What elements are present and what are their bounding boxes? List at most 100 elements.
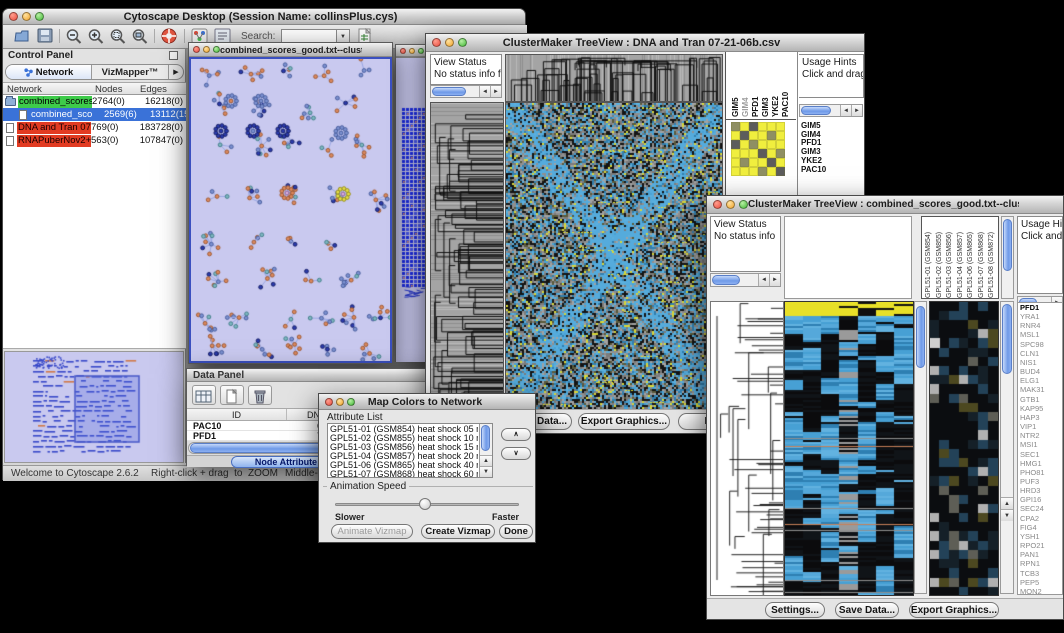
move-down-button[interactable]: ∨ <box>501 447 531 460</box>
tab-overflow-arrow[interactable]: ▶ <box>168 65 183 79</box>
network-row[interactable]: DNA and Tran 07769(0)183728(0) <box>3 121 186 134</box>
tab-vizmapper[interactable]: VizMapper™ <box>92 65 168 79</box>
matrix-cell[interactable] <box>749 158 758 167</box>
close-icon[interactable] <box>432 38 441 47</box>
scroll-left-icon[interactable]: ◄ <box>840 105 851 116</box>
vscroll-thumb[interactable] <box>1003 219 1012 271</box>
float-panel-icon[interactable] <box>169 51 178 60</box>
treeview-button[interactable]: Export Graphics... <box>578 413 670 430</box>
treeview-button[interactable]: Settings... <box>765 602 825 618</box>
zoom-window-icon[interactable] <box>418 48 424 54</box>
matrix-cell[interactable] <box>731 149 740 158</box>
matrix-cell[interactable] <box>749 167 758 176</box>
matrix-cell[interactable] <box>767 140 776 149</box>
attribute-item[interactable]: GPL51-04 (GSM857) heat shock 20 min <box>330 452 478 461</box>
network-row[interactable]: combined_sco2569(6)13112(15) <box>3 108 186 121</box>
comb-gene-vscroll[interactable]: ▲ ▼ <box>1000 301 1014 594</box>
matrix-cell[interactable] <box>740 131 749 140</box>
tab-network[interactable]: Network <box>6 65 92 79</box>
comb-heatmap[interactable] <box>784 301 914 596</box>
zoom-selected-icon[interactable] <box>109 28 128 45</box>
hscroll-thumb[interactable] <box>712 275 740 285</box>
dna-row-dendrogram[interactable] <box>430 102 504 412</box>
matrix-cell[interactable] <box>731 167 740 176</box>
matrix-cell[interactable] <box>740 149 749 158</box>
matrix-cell[interactable] <box>767 122 776 131</box>
minimize-icon[interactable] <box>22 12 31 21</box>
attribute-list[interactable]: GPL51-01 (GSM854) heat shock 05 minGPL51… <box>327 423 493 478</box>
treeview-button[interactable]: Export Graphics... <box>909 602 999 618</box>
matrix-cell[interactable] <box>749 149 758 158</box>
attribute-item[interactable]: GPL51-02 (GSM855) heat shock 10 min <box>330 434 478 443</box>
matrix-cell[interactable] <box>758 149 767 158</box>
matrix-cell[interactable] <box>767 149 776 158</box>
vscroll-thumb[interactable] <box>481 425 490 451</box>
zoom-fit-icon[interactable] <box>131 28 150 45</box>
scroll-right-icon[interactable]: ► <box>851 105 862 116</box>
select-attributes-button[interactable] <box>192 385 216 405</box>
matrix-cell[interactable] <box>740 122 749 131</box>
minimize-icon[interactable] <box>445 38 454 47</box>
zoom-window-icon[interactable] <box>35 12 44 21</box>
matrix-cell[interactable] <box>740 167 749 176</box>
scroll-left-icon[interactable]: ◄ <box>758 274 769 286</box>
matrix-cell[interactable] <box>758 158 767 167</box>
zoom-window-icon[interactable] <box>347 398 355 406</box>
help-icon[interactable] <box>160 27 179 46</box>
matrix-cell[interactable] <box>740 158 749 167</box>
minimize-icon[interactable] <box>336 398 344 406</box>
minimize-icon[interactable] <box>203 46 210 53</box>
minimize-icon[interactable] <box>726 200 735 209</box>
network-row[interactable]: combined_scores2764(0)16218(0) <box>3 95 186 108</box>
slider-thumb[interactable] <box>419 498 431 510</box>
comb-heat-vscroll[interactable] <box>914 301 927 594</box>
treeview-button[interactable]: Save Data... <box>835 602 899 618</box>
matrix-cell[interactable] <box>731 140 740 149</box>
matrix-cell[interactable] <box>758 131 767 140</box>
treeview-dna-titlebar[interactable]: ClusterMaker TreeView : DNA and Tran 07-… <box>426 34 864 52</box>
close-icon[interactable] <box>193 46 200 53</box>
matrix-cell[interactable] <box>731 158 740 167</box>
matrix-cell[interactable] <box>776 140 785 149</box>
matrix-cell[interactable] <box>731 122 740 131</box>
create-attribute-button[interactable] <box>220 385 244 405</box>
matrix-cell[interactable] <box>758 140 767 149</box>
dna-view-hscroll[interactable]: ◄ ► <box>430 85 502 98</box>
dna-usage-hscroll[interactable]: ◄ ► <box>799 104 863 117</box>
create-vizmapbutton[interactable]: Create Vizmap <box>421 524 495 539</box>
matrix-cell[interactable] <box>767 167 776 176</box>
attribute-item[interactable]: GPL51-07 (GSM868) heat shock 60 min <box>330 470 478 478</box>
zoom-window-icon[interactable] <box>458 38 467 47</box>
scroll-down-icon[interactable]: ▼ <box>1001 509 1013 521</box>
matrix-cell[interactable] <box>749 140 758 149</box>
close-icon[interactable] <box>713 200 722 209</box>
network-titlebar[interactable]: combined_scores_good.txt--cluste... <box>189 43 392 57</box>
dna-matrix[interactable] <box>731 122 785 176</box>
scroll-down-icon[interactable]: ▼ <box>480 466 492 477</box>
treeview-combined-titlebar[interactable]: ClusterMaker TreeView : combined_scores_… <box>707 196 1063 214</box>
vscroll-thumb[interactable] <box>1002 304 1012 374</box>
matrix-cell[interactable] <box>731 131 740 140</box>
dna-column-dendrogram[interactable] <box>505 54 723 102</box>
dna-heatmap[interactable] <box>505 102 723 412</box>
attribute-item[interactable]: GPL51-01 (GSM854) heat shock 05 min <box>330 425 478 434</box>
overview-canvas[interactable] <box>5 352 183 462</box>
donebutton[interactable]: Done <box>499 524 533 539</box>
matrix-cell[interactable] <box>776 158 785 167</box>
delete-attribute-button[interactable] <box>248 385 272 405</box>
matrix-cell[interactable] <box>776 122 785 131</box>
matrix-cell[interactable] <box>758 167 767 176</box>
close-icon[interactable] <box>400 48 406 54</box>
scroll-up-icon[interactable]: ▲ <box>480 455 492 466</box>
vscroll-thumb[interactable] <box>916 306 925 368</box>
attribute-item[interactable]: GPL51-03 (GSM856) heat shock 15 min <box>330 443 478 452</box>
matrix-cell[interactable] <box>776 167 785 176</box>
matrix-cell[interactable] <box>758 122 767 131</box>
scroll-right-icon[interactable]: ► <box>769 274 780 286</box>
comb-subheatmap[interactable] <box>929 301 999 596</box>
hscroll-thumb[interactable] <box>432 87 466 96</box>
hscroll-thumb[interactable] <box>801 106 831 115</box>
network-overview-panel[interactable] <box>4 351 184 463</box>
network-row[interactable]: RNAPuberNov2+563(0)107847(0) <box>3 134 186 147</box>
comb-row-dendrogram[interactable] <box>710 301 784 596</box>
